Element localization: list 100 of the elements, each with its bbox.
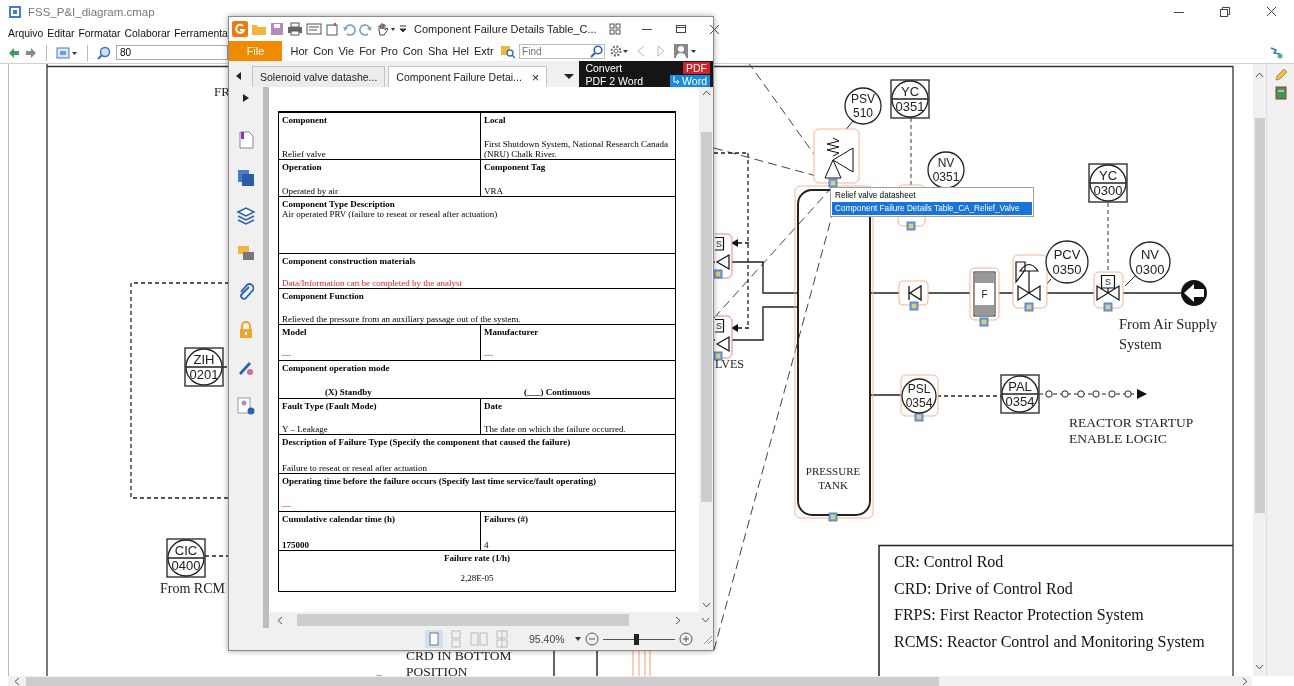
diagram-label: PRESSURE [805,465,861,477]
menu-item[interactable]: Relief valve datasheet [832,189,1032,202]
signature-icon[interactable] [237,359,255,377]
option-text: (___) Continuous [523,387,592,397]
field-value: Data/Information can be completed by the analyst [282,278,463,288]
resource-icon[interactable] [713,351,723,361]
ribbon-tab[interactable]: Sha [425,45,450,57]
field-value: First Shutdown System, National Research Canada (NRU) Chalk River. [484,139,669,159]
ribbon-tab[interactable]: Con [400,45,426,57]
settings-icon[interactable] [609,44,630,58]
panel-expand-icon[interactable] [242,93,250,103]
ribbon-tab[interactable]: Pro [378,45,401,57]
menu-item[interactable]: Component Failure Details Table_CA_Relief_Valve [832,202,1032,215]
field-label: Manufacturer [484,327,540,337]
hand-icon[interactable] [376,22,396,36]
field-value: VRA [484,186,504,196]
control-valve-symbol[interactable] [1012,254,1048,309]
menu-item[interactable]: Editar [47,27,75,39]
field-label: Operation [282,162,323,172]
solenoid-valve-symbol[interactable] [714,233,733,279]
menu-item[interactable]: Ferramenta [174,27,228,39]
close-tab-button[interactable]: × [531,69,540,85]
highlighter-icon[interactable] [1273,68,1288,82]
undo-icon[interactable] [342,22,356,36]
instrument-tag: NV [1140,247,1160,262]
field-value: The date on which the failure occurred. [484,424,627,434]
instrument-bubble[interactable] [927,151,965,189]
account-icon[interactable] [673,43,698,59]
solenoid-valve-symbol[interactable] [1093,271,1124,309]
instrument-panel-symbol[interactable] [1088,163,1128,203]
advertisement-banner[interactable]: Convert PDF PDF 2 Word Word [579,61,713,87]
instrument-bubble[interactable] [844,87,882,125]
menu-item[interactable]: Arquivo [8,27,44,39]
redo-icon[interactable] [359,22,373,36]
filter-symbol[interactable] [969,267,1000,321]
zoom-in-icon[interactable] [679,632,693,646]
menu-item[interactable]: Colaborar [124,27,171,39]
zoom-percentage[interactable]: 95.40% [529,633,565,645]
print-icon[interactable] [287,22,303,36]
legend-entry: CRD: Drive of Control Rod [894,579,1073,597]
instrument-panel-symbol[interactable] [890,79,930,119]
instrument-number: 0351 [895,99,925,114]
solenoid-valve-symbol[interactable] [714,315,733,359]
field-value: Relief valve [282,149,327,159]
zoom-out-icon[interactable] [584,632,599,646]
attachment-icon[interactable] [238,283,254,301]
forward-arrow-icon[interactable] [25,46,37,59]
scrollbar-thumb[interactable] [1254,118,1265,513]
ribbon-tab[interactable]: Vie [335,45,357,57]
signal-arrow [730,239,750,247]
instrument-tag: PSV [851,92,875,106]
field-value: Operated by air [282,186,339,196]
search-field[interactable]: Find [519,43,606,59]
layout-icon[interactable] [1268,44,1284,61]
view-options-icon[interactable] [56,45,78,60]
instrument-panel-symbol[interactable] [184,347,224,387]
banner-text: Convert [585,61,624,74]
diagram-label: System [1119,336,1162,352]
check-valve-symbol[interactable] [898,280,929,306]
field-label: Component Tag [484,162,547,172]
instrument-bubble[interactable] [1045,240,1089,284]
bookmark-icon[interactable] [238,131,254,149]
zoom-field[interactable]: 80 [116,45,228,60]
document-tab[interactable]: Component Failure Detai... × [388,66,548,87]
zoom-icon[interactable] [97,45,111,60]
back-arrow-icon[interactable] [8,46,20,59]
legend-entry: RCMS: Reactor Control and Monitoring System [894,632,1205,650]
valve-letter: S [716,239,722,249]
ribbon-tab[interactable]: Con [310,45,336,57]
menu-item[interactable]: Formatar [78,27,121,39]
slider-thumb[interactable] [633,633,639,645]
ribbon-tab[interactable]: Hor [288,45,311,57]
scrollbar-thumb[interactable] [26,676,939,686]
arrow-icon [673,76,681,85]
relief-valve-symbol[interactable] [813,128,860,184]
scrollbar-thumb[interactable] [700,132,712,502]
certificate-icon[interactable] [237,397,255,415]
ribbon-tab[interactable]: Extr [471,45,497,57]
scrollbar-thumb[interactable] [297,614,629,626]
resize-grip-icon[interactable] [701,633,713,645]
instrument-panel-symbol[interactable] [166,538,206,578]
pages-icon[interactable] [237,169,255,187]
zoom-dropdown-icon[interactable] [574,636,581,642]
search-document-icon[interactable] [500,44,517,58]
valve-letter: S [716,321,722,331]
instrument-bubble[interactable] [1129,241,1171,283]
ribbon-tab[interactable]: Hel [450,45,472,57]
layers-icon[interactable] [236,207,256,225]
instrument-panel-symbol[interactable] [1000,374,1040,414]
ribbon-tab[interactable]: For [356,45,379,57]
field-label: Cumulative calendar time (h) [282,514,397,524]
book-icon[interactable] [1274,86,1287,100]
comments-icon[interactable] [237,245,255,263]
document-tab[interactable]: Solenoid valve datashe... [252,66,386,87]
resource-icon[interactable] [914,412,924,422]
instrument-tag: CIC [174,543,198,558]
resource-icon[interactable] [828,512,838,522]
save-icon[interactable] [270,22,284,36]
field-label: Component [282,115,328,125]
new-file-icon[interactable] [325,22,339,36]
